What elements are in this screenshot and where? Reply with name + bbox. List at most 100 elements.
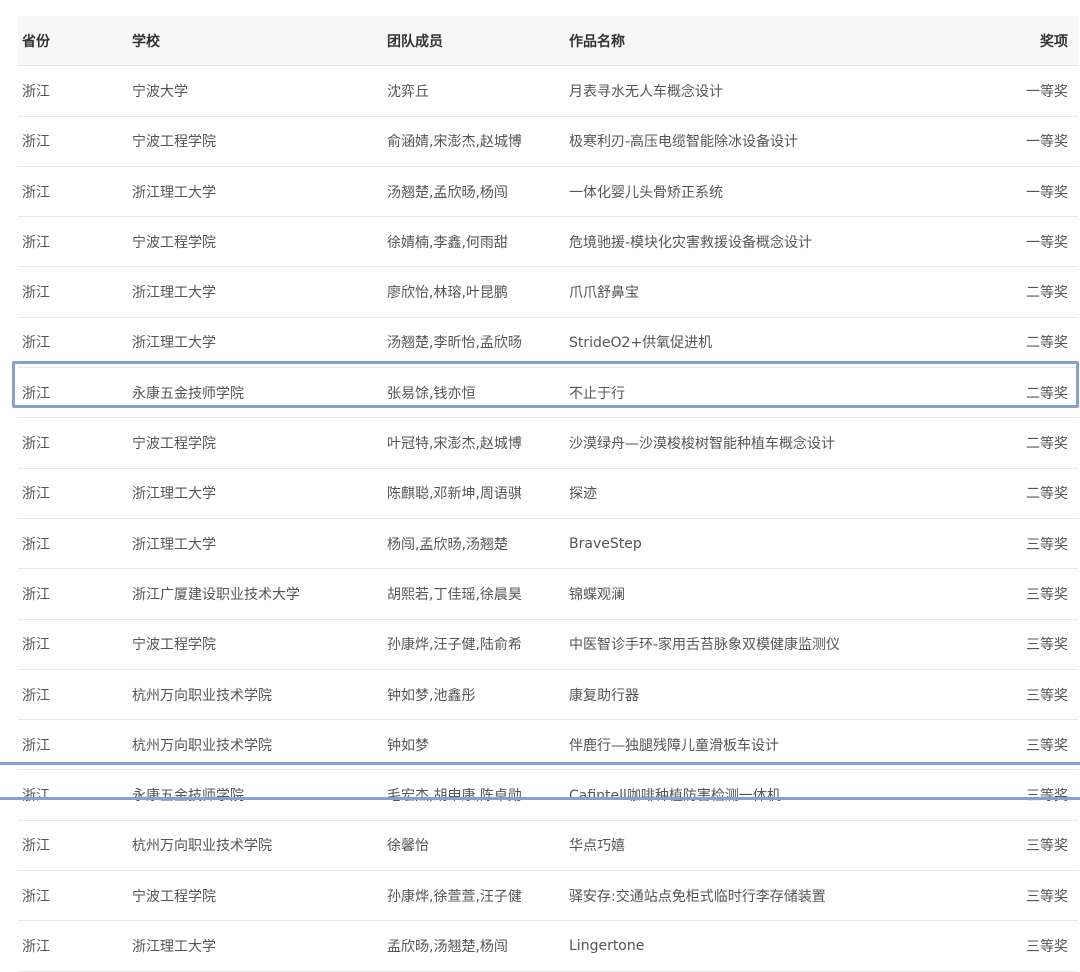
table-row: 浙江 宁波工程学院 叶冠特,宋澎杰,赵城博 沙漠绿舟—沙漠梭梭树智能种植车概念设计 二等… [18, 418, 1078, 469]
table-row: 浙江 永康五金技师学院 张易馀,钱亦恒 不止于行 二等奖 [18, 368, 1078, 419]
cell-province: 浙江 [22, 83, 50, 100]
cell-school: 浙江广厦建设职业技术大学 [132, 586, 300, 603]
cell-title: 爪爪舒鼻宝 [569, 285, 639, 302]
cell-school: 浙江理工大学 [132, 335, 216, 352]
cell-school: 浙江理工大学 [132, 285, 216, 302]
cell-title: StrideO2+供氧促进机 [569, 335, 713, 352]
cell-title: 不止于行 [569, 385, 625, 402]
table-row: 浙江 宁波工程学院 徐婧楠,李鑫,何雨甜 危境驰援-模块化灾害救援设备概念设计 一等奖 [18, 217, 1078, 268]
cell-award: 二等奖 [1026, 385, 1068, 402]
cell-title: 危境驰援-模块化灾害救援设备概念设计 [569, 234, 813, 251]
cell-province: 浙江 [22, 385, 50, 402]
table-row: 浙江 浙江理工大学 廖欣怡,林瑢,叶昆鹏 爪爪舒鼻宝 二等奖 [18, 267, 1078, 318]
cell-award: 一等奖 [1026, 83, 1068, 100]
cell-award: 三等奖 [1026, 938, 1068, 955]
cell-province: 浙江 [22, 788, 50, 805]
cell-award: 三等奖 [1026, 687, 1068, 704]
cell-province: 浙江 [22, 586, 50, 603]
cell-award: 三等奖 [1026, 888, 1068, 905]
cell-members: 孙康烨,汪子健,陆俞希 [387, 637, 522, 654]
cell-award: 三等奖 [1026, 536, 1068, 553]
cell-school: 浙江理工大学 [132, 184, 216, 201]
table-row: 浙江 杭州万向职业技术学院 钟如梦,池鑫彤 康复助行器 三等奖 [18, 670, 1078, 721]
header-award: 奖项 [1040, 33, 1068, 50]
cell-province: 浙江 [22, 134, 50, 151]
cell-members: 张易馀,钱亦恒 [387, 385, 476, 402]
cell-award: 二等奖 [1026, 335, 1068, 352]
cell-award: 三等奖 [1026, 637, 1068, 654]
cell-school: 宁波工程学院 [132, 637, 216, 654]
cell-school: 杭州万向职业技术学院 [132, 838, 272, 855]
cell-title: 沙漠绿舟—沙漠梭梭树智能种植车概念设计 [569, 436, 835, 453]
cell-members: 陈麒聪,邓新坤,周语骐 [387, 486, 522, 503]
table-row: 浙江 宁波工程学院 孙康烨,汪子健,陆俞希 中医智诊手环-家用舌苔脉象双模健康监测仪 三… [18, 620, 1078, 670]
cell-school: 浙江理工大学 [132, 938, 216, 955]
cell-title: 锦蝶观澜 [569, 586, 625, 603]
cell-school: 杭州万向职业技术学院 [132, 687, 272, 704]
cell-province: 浙江 [22, 838, 50, 855]
cell-school: 宁波工程学院 [132, 134, 216, 151]
cell-school: 杭州万向职业技术学院 [132, 737, 272, 754]
awards-table: 省份 学校 团队成员 作品名称 奖项 浙江 宁波大学 沈弈丘 月表寻水无人车概念设计一… [18, 16, 1078, 972]
cell-title: Lingertone [569, 937, 645, 954]
cell-school: 浙江理工大学 [132, 536, 216, 553]
table-row: 浙江 浙江理工大学 孟欣旸,汤翘楚,杨闯 Lingertone 三等奖 [18, 921, 1078, 972]
cell-award: 三等奖 [1026, 737, 1068, 754]
table-row: 浙江 浙江理工大学 汤翘楚,李昕怡,孟欣旸 StrideO2+供氧促进机 二等奖 [18, 318, 1078, 369]
cell-award: 三等奖 [1026, 788, 1068, 805]
cell-province: 浙江 [22, 687, 50, 704]
cell-school: 浙江理工大学 [132, 486, 216, 503]
header-members: 团队成员 [387, 33, 443, 50]
cell-province: 浙江 [22, 486, 50, 503]
cell-school: 永康五金技师学院 [132, 788, 244, 805]
cell-province: 浙江 [22, 184, 50, 201]
cell-award: 一等奖 [1026, 234, 1068, 251]
cell-title: 中医智诊手环-家用舌苔脉象双模健康监测仪 [569, 637, 841, 654]
cell-title: 华点巧嬉 [569, 838, 625, 855]
table-row: 浙江 杭州万向职业技术学院 徐馨怡 华点巧嬉 三等奖 [18, 821, 1078, 872]
cell-school: 宁波大学 [132, 83, 188, 100]
cell-award: 二等奖 [1026, 285, 1068, 302]
cell-members: 孙康烨,徐萱萱,汪子健 [387, 888, 522, 905]
table-row: 浙江 浙江理工大学 汤翘楚,孟欣旸,杨闯 一体化婴儿头骨矫正系统 一等奖 [18, 167, 1078, 218]
cell-members: 俞涵婧,宋澎杰,赵城博 [387, 134, 522, 151]
cell-province: 浙江 [22, 536, 50, 553]
header-title: 作品名称 [569, 33, 625, 50]
table-row: 浙江 浙江理工大学 陈麒聪,邓新坤,周语骐 探迹 二等奖 [18, 469, 1078, 519]
cell-award: 一等奖 [1026, 184, 1068, 201]
cell-province: 浙江 [22, 335, 50, 352]
table-row: 浙江 宁波工程学院 俞涵婧,宋澎杰,赵城博 极寒利刃-高压电缆智能除冰设备设计 一等奖 [18, 117, 1078, 167]
table-row: 浙江 杭州万向职业技术学院 钟如梦 伴鹿行—独腿残障儿童滑板车设计 三等奖 [18, 720, 1078, 771]
cell-province: 浙江 [22, 888, 50, 905]
cell-members: 徐馨怡 [387, 838, 429, 855]
cell-title: 极寒利刃-高压电缆智能除冰设备设计 [569, 134, 799, 151]
cell-school: 宁波工程学院 [132, 436, 216, 453]
cell-province: 浙江 [22, 637, 50, 654]
cell-school: 宁波工程学院 [132, 234, 216, 251]
cell-province: 浙江 [22, 436, 50, 453]
cell-title: BraveStep [569, 535, 642, 552]
header-school: 学校 [132, 33, 160, 50]
table-body: 浙江 宁波大学 沈弈丘 月表寻水无人车概念设计 一等奖 浙江 宁波工程学院 俞涵婧,宋澎杰,赵… [18, 66, 1078, 972]
cell-title: 月表寻水无人车概念设计 [569, 83, 723, 100]
cell-members: 叶冠特,宋澎杰,赵城博 [387, 436, 522, 453]
table-row: 浙江 宁波大学 沈弈丘 月表寻水无人车概念设计 一等奖 [18, 66, 1078, 117]
cell-province: 浙江 [22, 234, 50, 251]
cell-title: 驿安存:交通站点免柜式临时行李存储装置 [569, 888, 826, 905]
table-row: 浙江 宁波工程学院 孙康烨,徐萱萱,汪子健 驿安存:交通站点免柜式临时行李存储装置 三等… [18, 871, 1078, 922]
cell-members: 徐婧楠,李鑫,何雨甜 [387, 234, 508, 251]
cell-award: 三等奖 [1026, 586, 1068, 603]
cell-members: 汤翘楚,孟欣旸,杨闯 [387, 184, 508, 201]
cell-members: 杨闯,孟欣旸,汤翘楚 [387, 536, 508, 553]
cell-members: 毛宏杰,胡申康,陈卓勋 [387, 788, 522, 805]
table-header: 省份 学校 团队成员 作品名称 奖项 [18, 16, 1078, 67]
header-province: 省份 [22, 33, 50, 50]
cell-members: 孟欣旸,汤翘楚,杨闯 [387, 938, 508, 955]
table-row: 浙江 永康五金技师学院 毛宏杰,胡申康,陈卓勋 Cafintell咖啡种植防害检测一体… [18, 770, 1078, 821]
cell-members: 沈弈丘 [387, 83, 429, 100]
cell-title: 探迹 [569, 486, 597, 503]
cell-members: 胡熙若,丁佳瑶,徐晨昊 [387, 586, 522, 603]
cell-members: 钟如梦,池鑫彤 [387, 687, 476, 704]
cell-members: 廖欣怡,林瑢,叶昆鹏 [387, 285, 508, 302]
cell-title: 康复助行器 [569, 687, 639, 704]
